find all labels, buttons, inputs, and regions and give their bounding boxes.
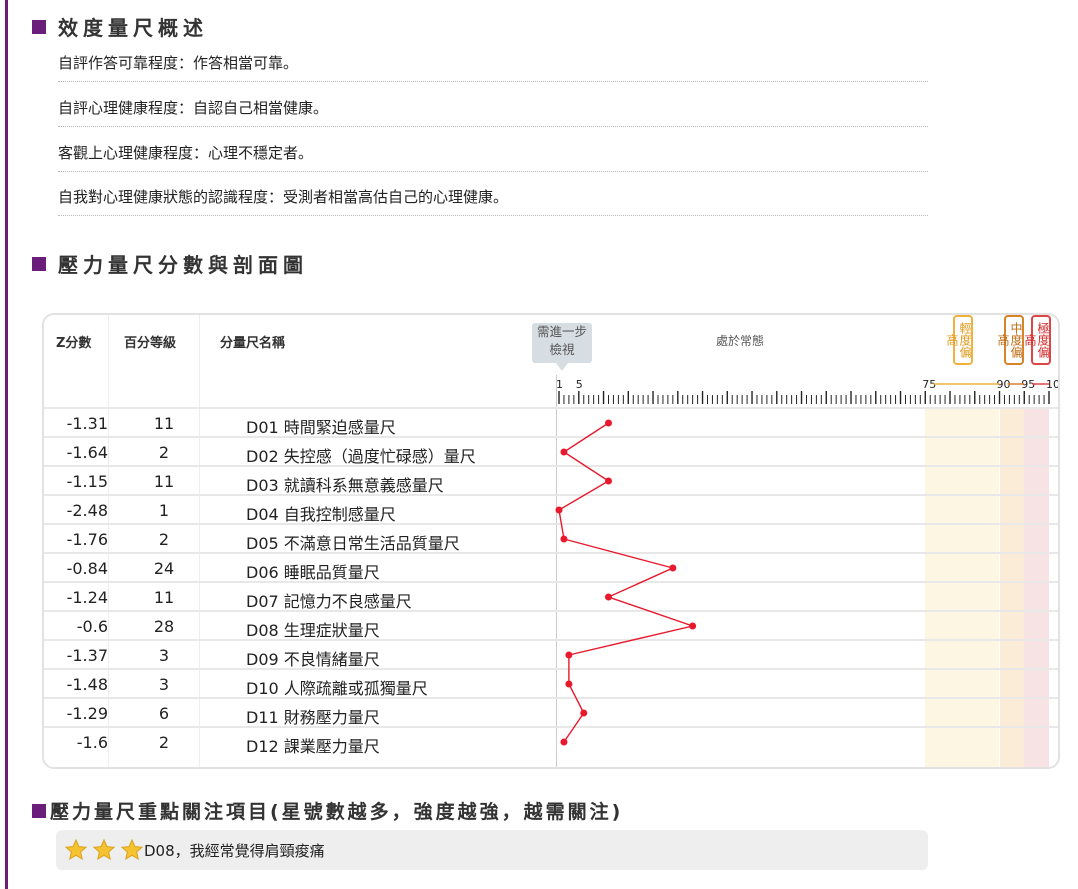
data-point <box>560 535 568 543</box>
star-icon <box>64 838 88 861</box>
square-bullet-icon <box>32 803 46 818</box>
validity-item: 自評作答可靠程度：作答相當可靠。 <box>58 52 928 82</box>
validity-item: 客觀上心理健康程度：心理不穩定者。 <box>58 142 928 172</box>
star-icon <box>92 838 116 861</box>
profile-line-chart <box>555 419 697 746</box>
star-icon <box>120 838 144 861</box>
validity-item: 自我對心理健康狀態的認識程度：受測者相當高估自己的心理健康。 <box>58 186 928 216</box>
data-point <box>689 622 697 630</box>
data-point <box>560 448 568 456</box>
profile-line <box>558 422 696 743</box>
star-rating <box>56 838 144 862</box>
square-bullet-icon <box>32 19 46 34</box>
section-title-text: 壓力量尺重點關注項目(星號數越多，強度越強，越需關注) <box>50 801 624 823</box>
data-point <box>565 680 573 688</box>
focus-item: D08，我經常覺得肩頸痠痛 <box>56 830 928 870</box>
data-point <box>604 477 612 485</box>
section-title-text: 效度量尺概述 <box>58 16 208 40</box>
data-point <box>560 738 568 746</box>
stress-profile-panel: Z分數 百分等級 分量尺名稱 需進一步檢視 處於常態 輕度偏高 中度偏高 極度偏… <box>42 313 1060 769</box>
data-point <box>604 593 612 601</box>
section-title-focus: 壓力量尺重點關注項目(星號數越多，強度越強，越需關注) <box>32 797 623 824</box>
square-bullet-icon <box>32 256 46 271</box>
data-point <box>565 651 573 659</box>
data-point <box>604 419 612 427</box>
focus-item-text: D08，我經常覺得肩頸痠痛 <box>144 841 325 860</box>
data-point <box>555 506 563 514</box>
section-title-text: 壓力量尺分數與剖面圖 <box>58 253 308 277</box>
section-title-validity: 效度量尺概述 <box>32 12 208 41</box>
section-title-stress: 壓力量尺分數與剖面圖 <box>32 249 308 278</box>
validity-item: 自評心理健康程度：自認自己相當健康。 <box>58 97 928 127</box>
data-point <box>580 709 588 717</box>
data-point <box>669 564 677 572</box>
left-accent-bar <box>5 0 8 889</box>
